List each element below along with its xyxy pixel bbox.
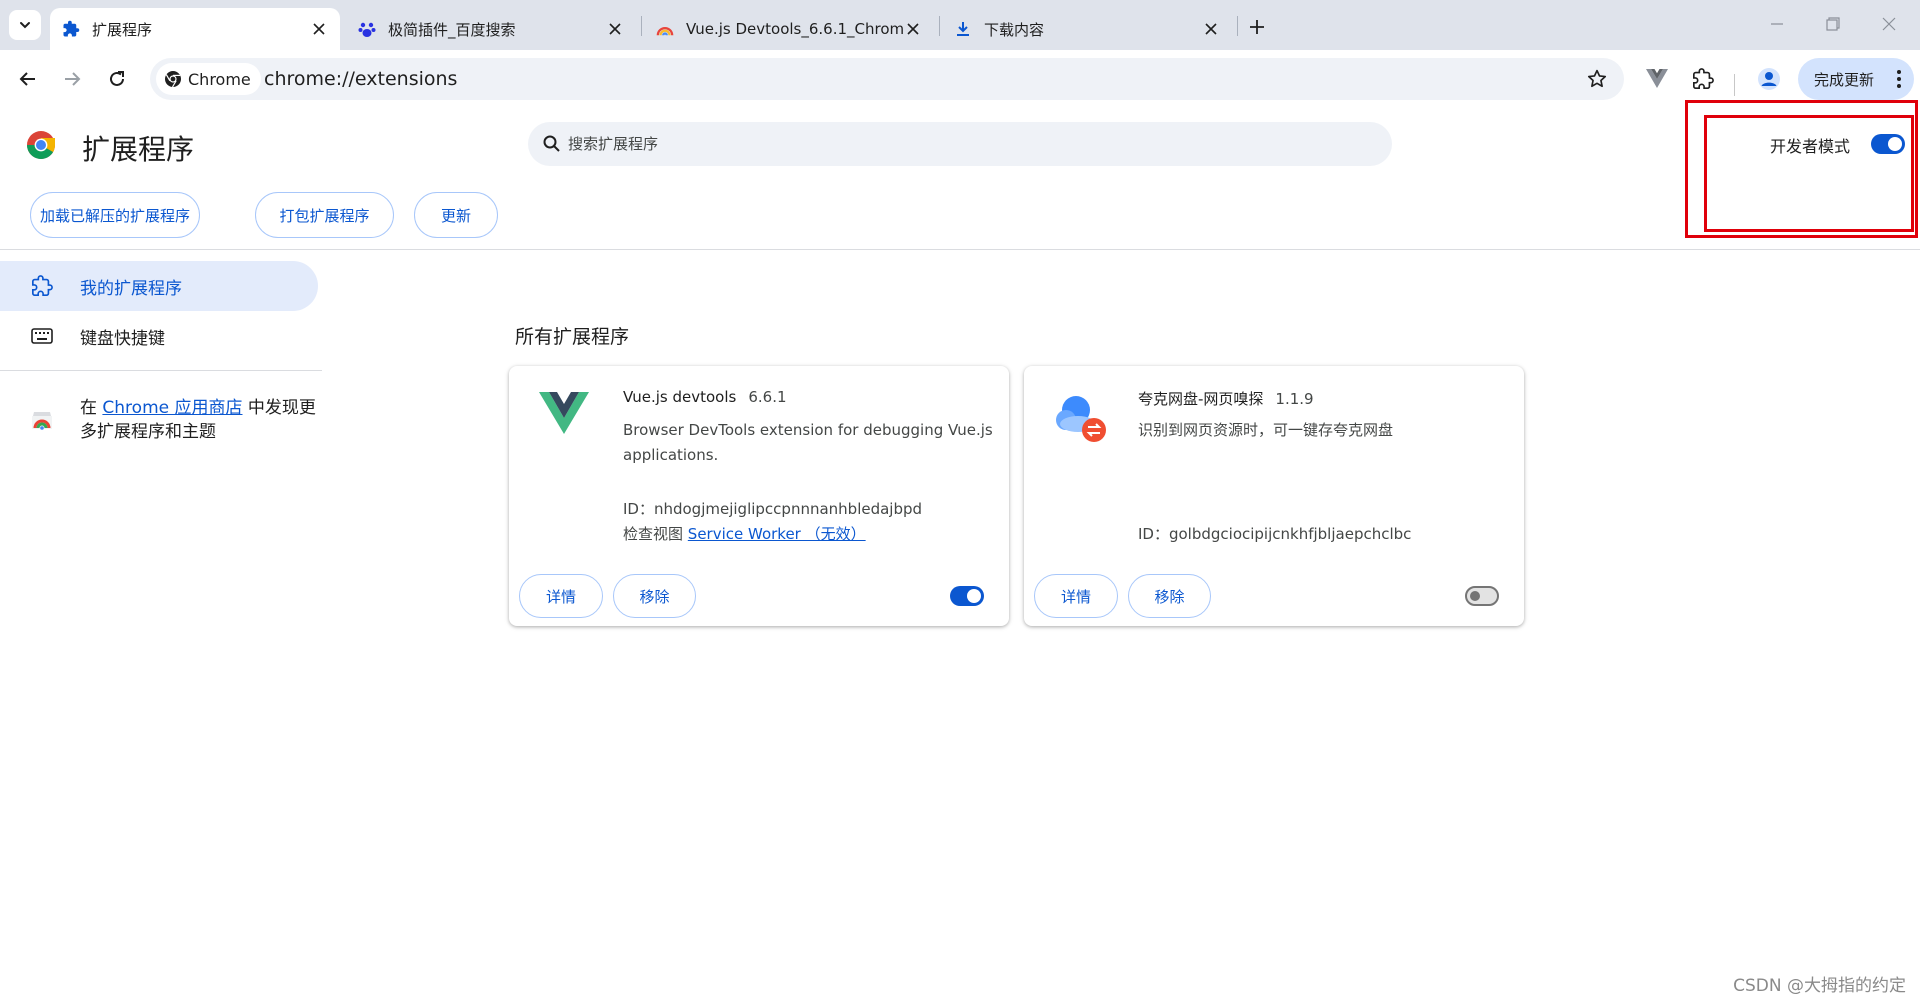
vue-logo-icon — [539, 390, 589, 440]
puzzle-icon — [1693, 68, 1714, 89]
browser-toolbar: Chrome chrome://extensions 完成更新 — [0, 50, 1920, 108]
extension-description: 识别到网页资源时，可一键存夸克网盘 — [1138, 421, 1394, 439]
chrome-icon — [165, 71, 181, 88]
details-button[interactable]: 详情 — [1034, 574, 1118, 618]
tab-title: Vue.js Devtools_6.6.1_Chrom — [686, 20, 904, 38]
download-icon — [954, 20, 972, 38]
restore-button[interactable] — [1821, 12, 1845, 36]
chrome-logo-icon — [27, 131, 55, 159]
extension-name-row: Vue.js devtools 6.6.1 — [623, 388, 787, 406]
extension-version: 6.6.1 — [748, 388, 787, 406]
remove-button[interactable]: 移除 — [1128, 574, 1211, 618]
vue-extension-button[interactable] — [1643, 65, 1671, 93]
quark-cloud-icon — [1054, 390, 1106, 442]
tab-divider — [641, 16, 642, 36]
tab-downloads[interactable]: 下载内容 — [942, 8, 1232, 50]
update-extensions-button[interactable]: 更新 — [414, 192, 498, 238]
sidebar-item-label: 键盘快捷键 — [80, 328, 165, 349]
puzzle-icon — [62, 20, 80, 38]
tab-title: 下载内容 — [984, 20, 1045, 39]
promo-prefix: 在 — [80, 398, 103, 418]
bookmark-star-icon[interactable] — [1586, 68, 1608, 90]
highlight-box — [1704, 115, 1914, 232]
search-input[interactable] — [568, 122, 1368, 166]
remove-button[interactable]: 移除 — [613, 574, 696, 618]
extension-card: 夸克网盘-网页嗅探 1.1.9 识别到网页资源时，可一键存夸克网盘 ID：golb… — [1024, 366, 1524, 626]
search-icon — [543, 135, 560, 152]
sidebar-item-label: 我的扩展程序 — [80, 278, 182, 299]
arrow-right-icon — [65, 72, 81, 86]
close-icon — [1882, 17, 1896, 31]
sidebar-divider — [0, 370, 322, 371]
extensions-header: 扩展程序 开发者模式 加载已解压的扩展程序 打包扩展程序 更新 — [0, 108, 1920, 250]
reload-icon — [110, 71, 124, 86]
load-unpacked-button[interactable]: 加载已解压的扩展程序 — [30, 192, 200, 238]
vue-logo-icon — [1646, 69, 1668, 88]
sidebar-item-my-extensions[interactable]: 我的扩展程序 — [0, 261, 318, 311]
extension-description: Browser DevTools extension for debugging… — [623, 421, 993, 464]
toolbar-divider — [1734, 74, 1735, 96]
address-bar[interactable]: Chrome chrome://extensions — [150, 58, 1624, 100]
new-tab-button[interactable] — [1244, 14, 1270, 40]
close-window-button[interactable] — [1877, 12, 1901, 36]
webstore-link[interactable]: Chrome 应用商店 — [102, 398, 242, 418]
minimize-icon — [1771, 23, 1783, 25]
extension-id: ID：golbdgciocipijcnkhfjbljaepchclbc — [1138, 525, 1412, 543]
tab-baidu[interactable]: 极简插件_百度搜索 — [346, 8, 636, 50]
service-worker-link[interactable]: Service Worker （无效） — [688, 525, 866, 543]
extensions-menu-button[interactable] — [1689, 65, 1717, 93]
chevron-down-icon — [20, 22, 30, 29]
extension-enable-toggle[interactable] — [1465, 586, 1499, 606]
inspect-views: 检查视图 Service Worker （无效） — [623, 523, 866, 544]
restore-icon — [1826, 17, 1840, 31]
tab-divider — [939, 16, 940, 36]
search-box[interactable] — [528, 122, 1392, 166]
rainbow-icon — [656, 20, 674, 38]
close-tab-icon[interactable] — [606, 20, 624, 38]
profile-button[interactable] — [1755, 65, 1783, 93]
page-title: 扩展程序 — [82, 133, 195, 166]
plus-icon — [1250, 20, 1264, 34]
extensions-icon — [30, 274, 54, 298]
extension-version: 1.1.9 — [1275, 390, 1314, 408]
section-title: 所有扩展程序 — [515, 326, 630, 348]
extension-name-row: 夸克网盘-网页嗅探 1.1.9 — [1138, 388, 1314, 409]
site-chip-label: Chrome — [188, 69, 251, 89]
watermark: CSDN @大拇指的约定 — [1733, 976, 1906, 996]
more-vert-icon — [1897, 70, 1901, 88]
tab-divider — [1237, 16, 1238, 36]
inspect-views-label: 检查视图 — [623, 525, 684, 543]
tab-title: 极简插件_百度搜索 — [388, 20, 516, 39]
extension-name: 夸克网盘-网页嗅探 — [1138, 390, 1264, 408]
baidu-paw-icon — [358, 20, 376, 38]
url-text[interactable]: chrome://extensions — [264, 58, 457, 100]
forward-button[interactable] — [56, 63, 88, 95]
extension-card: Vue.js devtools 6.6.1 Browser DevTools ex… — [509, 366, 1009, 626]
arrow-left-icon — [19, 72, 35, 86]
extension-id: ID：nhdogjmejiglipccpnnnanhbledajbpd — [623, 500, 923, 518]
extension-enable-toggle[interactable] — [950, 586, 984, 606]
keyboard-icon — [30, 324, 54, 348]
pack-extension-button[interactable]: 打包扩展程序 — [255, 192, 394, 238]
minimize-button[interactable] — [1765, 12, 1789, 36]
close-tab-icon[interactable] — [1202, 20, 1220, 38]
close-tab-icon[interactable] — [310, 20, 328, 38]
webstore-icon — [32, 412, 52, 430]
avatar-icon — [1758, 68, 1780, 90]
tab-extensions[interactable]: 扩展程序 — [50, 8, 340, 50]
extension-name: Vue.js devtools — [623, 388, 737, 406]
site-info-chip[interactable]: Chrome — [156, 63, 261, 95]
tab-search-button[interactable] — [9, 10, 41, 40]
close-tab-icon[interactable] — [904, 20, 922, 38]
tab-title: 扩展程序 — [92, 20, 153, 39]
update-label: 完成更新 — [1814, 70, 1875, 89]
details-button[interactable]: 详情 — [519, 574, 603, 618]
back-button[interactable] — [12, 63, 44, 95]
sidebar-item-keyboard-shortcuts[interactable]: 键盘快捷键 — [0, 311, 318, 361]
reload-button[interactable] — [101, 63, 133, 95]
tab-vue-devtools[interactable]: Vue.js Devtools_6.6.1_Chrom — [644, 8, 934, 50]
tab-strip: 扩展程序 极简插件_百度搜索 Vue.js Devtools_6.6.1_Chr… — [0, 0, 1920, 50]
finish-update-button[interactable]: 完成更新 — [1798, 58, 1914, 100]
